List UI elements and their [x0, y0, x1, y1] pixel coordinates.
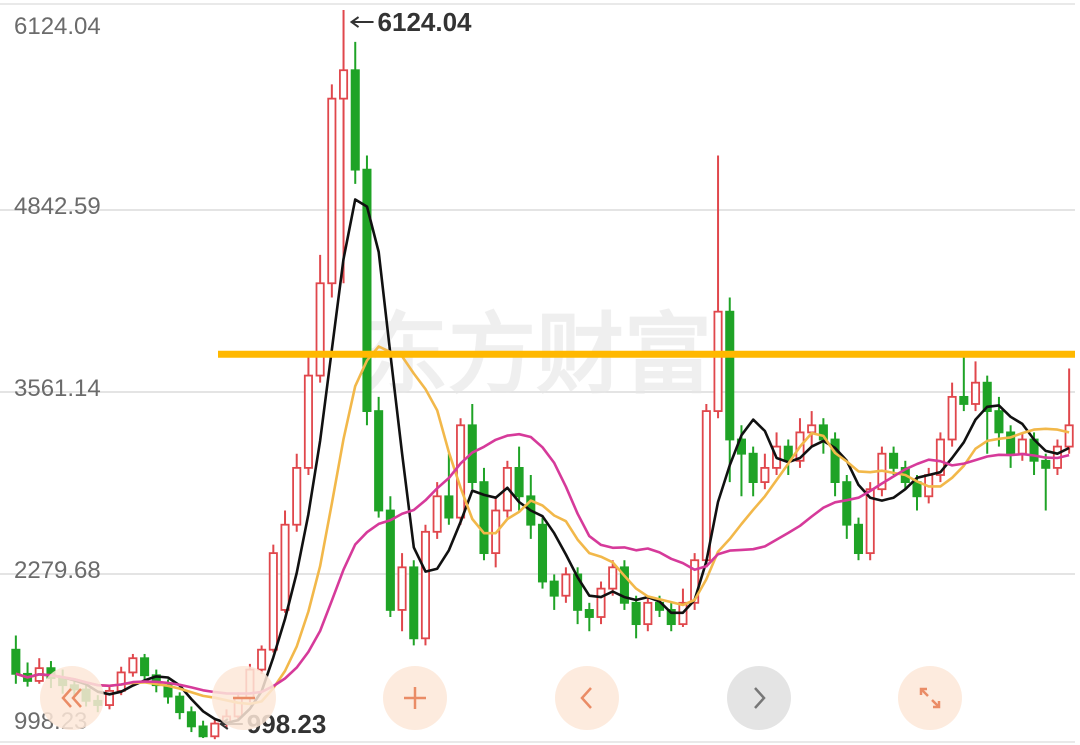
candle [959, 354, 969, 412]
candle [1017, 432, 1027, 461]
zoom-out-button[interactable] [212, 666, 276, 730]
candle [303, 354, 313, 475]
candle [327, 84, 337, 298]
fullscreen-button[interactable] [898, 666, 962, 730]
candle [420, 524, 430, 646]
scroll-right-button[interactable] [727, 666, 791, 730]
candle [456, 418, 466, 525]
candle [397, 553, 407, 632]
candle [853, 517, 864, 561]
expand-arrows-icon [919, 687, 941, 709]
candle [409, 560, 419, 646]
candle [1064, 368, 1074, 454]
candle [970, 361, 981, 412]
minus-icon [233, 696, 255, 700]
candle [292, 453, 302, 532]
candle [596, 581, 606, 625]
rewind-button[interactable] [40, 666, 104, 730]
candle [315, 254, 325, 383]
candle [549, 574, 559, 610]
candle [374, 396, 384, 518]
candle [479, 467, 489, 561]
double-chevron-left-icon [61, 688, 82, 708]
zoom-in-button[interactable] [383, 666, 447, 730]
candle [666, 602, 676, 632]
moving-averages [15, 198, 1070, 725]
y-tick-label: 4842.59 [14, 193, 101, 220]
candle [1041, 453, 1051, 511]
candle [561, 567, 571, 603]
candle [830, 432, 840, 497]
candle [935, 432, 945, 483]
candle [537, 517, 548, 589]
plus-icon [404, 687, 426, 709]
candle [807, 411, 817, 447]
candle [643, 595, 653, 632]
candle [842, 474, 852, 539]
candle [760, 453, 770, 490]
candle [678, 588, 688, 627]
chevron-right-icon [754, 687, 766, 709]
candle [748, 446, 758, 497]
ma-short-line [15, 198, 1070, 725]
y-axis-ticks: 6124.044842.593561.142279.68998.23 [14, 13, 101, 735]
y-tick-label: 6124.04 [14, 13, 101, 40]
candle [783, 439, 793, 475]
candle [526, 474, 536, 539]
candle [385, 496, 395, 618]
candle [889, 446, 899, 475]
candle [725, 297, 735, 483]
candle [1006, 425, 1016, 468]
y-tick-label: 2279.68 [14, 557, 101, 584]
candle [713, 155, 723, 419]
candlestick-chart: 东方财富 6124.044842.593561.142279.68998.23 … [0, 3, 1075, 743]
high-label: 6124.04 [378, 7, 473, 37]
candle [362, 155, 372, 426]
chart-toolbar [0, 662, 1080, 732]
candle [619, 560, 629, 610]
scroll-left-button[interactable] [555, 666, 619, 730]
candle [631, 595, 641, 639]
candle [584, 602, 594, 632]
candle [268, 544, 278, 653]
candle [350, 41, 360, 184]
candle [467, 403, 477, 490]
y-tick-label: 3561.14 [14, 375, 101, 402]
chevron-left-icon [580, 687, 592, 709]
candle [280, 510, 290, 613]
candle [444, 453, 454, 525]
